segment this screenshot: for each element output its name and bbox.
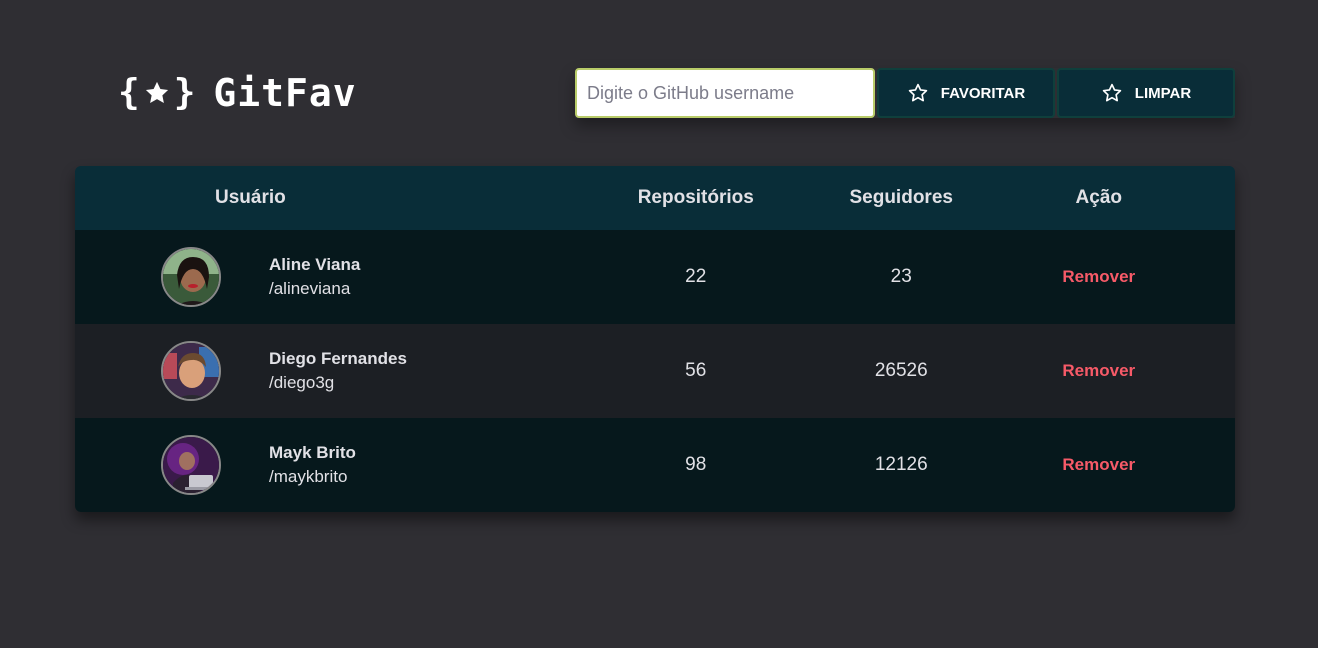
logo-open-brace: {	[118, 72, 140, 113]
clear-button[interactable]: LIMPAR	[1057, 68, 1235, 118]
star-outline-icon	[907, 82, 929, 104]
star-outline-icon	[1101, 82, 1123, 104]
followers-count: 26526	[874, 360, 928, 381]
followers-count: 23	[890, 266, 912, 287]
logo-star-icon	[145, 81, 168, 104]
avatar	[161, 341, 221, 401]
user-name: Aline Viana	[269, 255, 361, 274]
user-cell: Aline Viana /alineviana	[75, 230, 552, 324]
user-login: /alineviana	[269, 279, 351, 298]
favorites-table: Usuário Repositórios Seguidores Ação Ali…	[75, 166, 1235, 512]
avatar	[161, 247, 221, 307]
table-row: Mayk Brito /maykbrito 98 12126 Remover	[75, 418, 1235, 512]
header-user: Usuário	[215, 187, 286, 208]
header: { } GitFav FAVORITAR LIMPAR	[0, 0, 1318, 150]
header-repos: Repositórios	[637, 187, 754, 208]
header-followers: Seguidores	[849, 187, 953, 208]
user-name: Mayk Brito	[269, 443, 356, 462]
search-input[interactable]	[575, 68, 875, 118]
avatar	[161, 435, 221, 495]
user-login: /maykbrito	[269, 467, 348, 486]
user-cell: Mayk Brito /maykbrito	[75, 418, 552, 512]
remove-button[interactable]: Remover	[1062, 455, 1135, 475]
user-login: /diego3g	[269, 373, 335, 392]
table-row: Diego Fernandes /diego3g 56 26526 Remove…	[75, 324, 1235, 418]
repos-count: 98	[685, 454, 707, 475]
logo: { } GitFav	[118, 70, 357, 116]
table-header-row: Usuário Repositórios Seguidores Ação	[75, 166, 1235, 230]
remove-button[interactable]: Remover	[1062, 267, 1135, 287]
header-action: Ação	[1075, 187, 1123, 208]
logo-close-brace: }	[173, 72, 196, 113]
app-title: GitFav	[213, 71, 357, 115]
repos-count: 22	[685, 266, 707, 287]
table-row: Aline Viana /alineviana 22 23 Remover	[75, 230, 1235, 324]
remove-button[interactable]: Remover	[1062, 361, 1135, 381]
user-name: Diego Fernandes	[269, 349, 407, 368]
repos-count: 56	[685, 360, 707, 381]
favorite-button-label: FAVORITAR	[940, 84, 1026, 102]
followers-count: 12126	[874, 454, 928, 475]
clear-button-label: LIMPAR	[1134, 84, 1192, 102]
favorite-button[interactable]: FAVORITAR	[877, 68, 1055, 118]
search-area: FAVORITAR LIMPAR	[575, 68, 1235, 118]
logo-mark: { }	[118, 75, 195, 111]
user-cell: Diego Fernandes /diego3g	[75, 324, 552, 418]
